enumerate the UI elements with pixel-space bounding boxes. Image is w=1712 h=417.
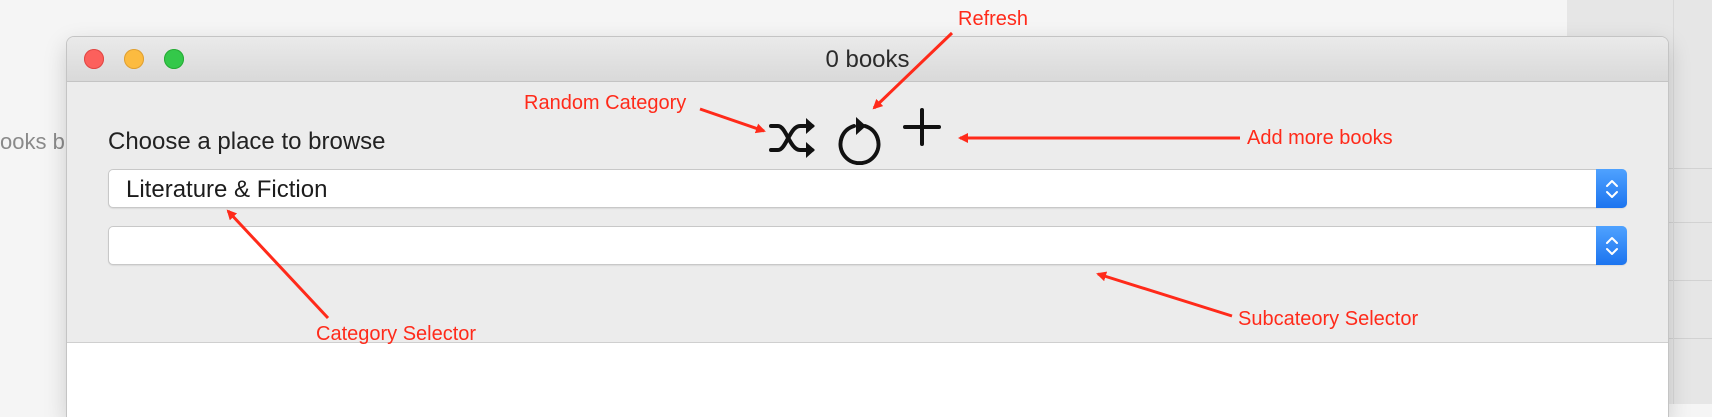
plus-icon [903, 108, 941, 146]
subcategory-select[interactable] [108, 226, 1627, 265]
refresh-button[interactable] [835, 115, 885, 165]
background-window-text: ooks b [0, 129, 65, 154]
add-books-button[interactable] [897, 102, 947, 152]
subcategory-select-stepper[interactable] [1596, 226, 1627, 265]
shuffle-icon [769, 118, 815, 158]
app-window: 0 books Choose a place to browse Literat… [67, 37, 1668, 417]
title-bar[interactable]: 0 books [67, 37, 1668, 82]
annotation-add-more-books: Add more books [1247, 127, 1393, 149]
annotation-category-selector: Category Selector [316, 323, 477, 345]
annotation-random-category: Random Category [524, 92, 687, 114]
random-category-button[interactable] [768, 113, 818, 163]
results-area [67, 342, 1668, 417]
category-select[interactable]: Literature & Fiction [108, 169, 1627, 208]
annotation-refresh: Refresh [958, 8, 1029, 30]
category-select-value: Literature & Fiction [126, 176, 328, 203]
browse-prompt: Choose a place to browse [108, 128, 386, 155]
chevron-up-down-icon [1605, 236, 1618, 255]
window-title: 0 books [825, 46, 910, 73]
annotation-subcategory-selector: Subcateory Selector [1238, 308, 1419, 330]
chevron-up-down-icon [1605, 179, 1618, 198]
refresh-icon [838, 117, 881, 165]
category-select-stepper[interactable] [1596, 169, 1627, 208]
